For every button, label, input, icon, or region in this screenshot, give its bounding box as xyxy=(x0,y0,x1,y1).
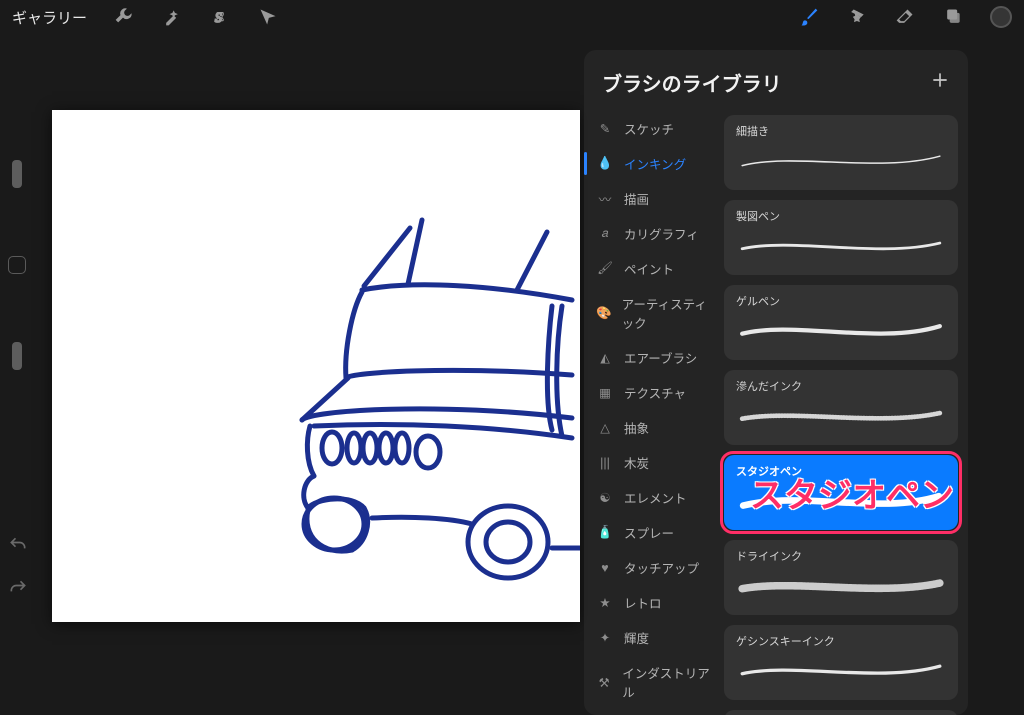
category-icon: 🧴 xyxy=(596,525,614,540)
redo-icon[interactable] xyxy=(8,578,28,603)
brush-name: ドライインク xyxy=(736,548,946,564)
category-label: レトロ xyxy=(624,593,662,612)
brush-category-item[interactable]: ✦ 輝度 xyxy=(584,620,720,655)
category-icon: ✎ xyxy=(596,121,614,136)
brush-category-item[interactable]: ★ レトロ xyxy=(584,585,720,620)
brush-item[interactable]: ドライインク xyxy=(724,540,958,615)
category-icon: ◭ xyxy=(596,350,614,365)
brush-list[interactable]: 細描き製図ペンゲルペン滲んだインクスタジオペンドライインクゲシンスキーインクマー… xyxy=(720,111,968,715)
category-label: 描画 xyxy=(624,189,649,208)
brush-category-item[interactable]: 💧 インキング xyxy=(584,146,720,181)
category-icon: ⚒ xyxy=(596,675,612,690)
brush-name: 細描き xyxy=(736,123,946,139)
undo-redo-group xyxy=(8,535,28,603)
category-label: インキング xyxy=(624,154,686,173)
add-brush-icon[interactable] xyxy=(930,70,950,95)
category-icon: ▦ xyxy=(596,385,614,400)
brush-item[interactable]: 滲んだインク xyxy=(724,370,958,445)
category-label: タッチアップ xyxy=(624,558,699,577)
brush-category-item[interactable]: ▦ テクスチャ xyxy=(584,375,720,410)
eyedropper-button[interactable] xyxy=(8,256,26,274)
category-label: カリグラフィ xyxy=(624,224,699,243)
category-icon: 〰 xyxy=(596,189,614,208)
category-icon: ✦ xyxy=(596,630,614,645)
brush-category-item[interactable]: 𝑎 カリグラフィ xyxy=(584,216,720,251)
category-icon: ☯ xyxy=(596,490,614,505)
category-label: 輝度 xyxy=(624,628,649,647)
eraser-icon[interactable] xyxy=(894,6,916,28)
annotation-callout: スタジオペン xyxy=(750,468,954,517)
brush-icon[interactable] xyxy=(798,6,820,28)
brush-library-popover: ブラシのライブラリ ✎スケッチ💧インキング〰描画𝑎カリグラフィ🖌ペイント🎨アーテ… xyxy=(584,50,968,715)
brush-category-item[interactable]: 🧴 スプレー xyxy=(584,515,720,550)
brush-category-item[interactable]: ||| 木炭 xyxy=(584,445,720,480)
category-label: スプレー xyxy=(624,523,674,542)
brush-category-list[interactable]: ✎スケッチ💧インキング〰描画𝑎カリグラフィ🖌ペイント🎨アーティスティック◭エアー… xyxy=(584,111,720,715)
layers-icon[interactable] xyxy=(942,6,964,28)
category-label: テクスチャ xyxy=(624,383,686,402)
svg-text:S: S xyxy=(215,10,222,25)
brush-category-item[interactable]: △ 抽象 xyxy=(584,410,720,445)
top-toolbar: ギャラリー S xyxy=(0,0,1024,34)
drawing-canvas[interactable] xyxy=(52,110,580,622)
brush-category-item[interactable]: ♥ タッチアップ xyxy=(584,550,720,585)
brush-library-title: ブラシのライブラリ xyxy=(602,68,782,97)
brush-category-item[interactable]: 〰描画 xyxy=(584,181,720,216)
brush-category-item[interactable]: ☘オーガニック xyxy=(584,709,720,715)
category-label: 木炭 xyxy=(624,453,649,472)
category-label: エアーブラシ xyxy=(624,348,697,367)
category-icon: 🎨 xyxy=(596,306,612,321)
category-label: スケッチ xyxy=(624,119,674,138)
brush-name: ゲシンスキーインク xyxy=(736,633,946,649)
wrench-icon[interactable] xyxy=(113,6,135,28)
brush-name: 滲んだインク xyxy=(736,378,946,394)
category-label: インダストリアル xyxy=(622,663,712,701)
category-icon: 𝑎 xyxy=(596,226,614,241)
gallery-button[interactable]: ギャラリー xyxy=(12,7,87,28)
smudge-icon[interactable] xyxy=(846,6,868,28)
brush-category-item[interactable]: ⚒ インダストリアル xyxy=(584,655,720,709)
brush-item[interactable]: ゲルペン xyxy=(724,285,958,360)
category-icon: ♥ xyxy=(596,561,614,575)
category-icon: 💧 xyxy=(596,156,614,171)
toolbar-left: ギャラリー S xyxy=(12,6,279,28)
brush-item[interactable]: ゲシンスキーインク xyxy=(724,625,958,700)
toolbar-right xyxy=(798,6,1012,28)
opacity-slider[interactable] xyxy=(12,342,22,370)
undo-icon[interactable] xyxy=(8,535,28,560)
brush-name: ゲルペン xyxy=(736,293,946,309)
brush-size-slider[interactable] xyxy=(12,160,22,188)
category-label: エレメント xyxy=(624,488,687,507)
category-icon: ★ xyxy=(596,595,614,610)
category-label: アーティスティック xyxy=(622,294,712,332)
brush-item[interactable]: マーカー xyxy=(724,710,958,715)
brush-category-item[interactable]: 🖌 ペイント xyxy=(584,251,720,286)
brush-item[interactable]: 細描き xyxy=(724,115,958,190)
select-icon[interactable]: S xyxy=(209,6,231,28)
category-icon: 🖌 xyxy=(596,261,614,276)
wand-icon[interactable] xyxy=(161,6,183,28)
brush-category-item[interactable]: ✎ スケッチ xyxy=(584,111,720,146)
brush-category-item[interactable]: ◭ エアーブラシ xyxy=(584,340,720,375)
category-label: ペイント xyxy=(624,259,674,278)
category-label: 抽象 xyxy=(624,418,649,437)
color-picker-icon[interactable] xyxy=(990,6,1012,28)
category-icon: △ xyxy=(596,420,614,435)
brush-category-item[interactable]: 🎨 アーティスティック xyxy=(584,286,720,340)
brush-item[interactable]: 製図ペン xyxy=(724,200,958,275)
cursor-icon[interactable] xyxy=(257,6,279,28)
category-icon: ||| xyxy=(596,456,614,470)
brush-name: 製図ペン xyxy=(736,208,946,224)
brush-category-item[interactable]: ☯ エレメント xyxy=(584,480,720,515)
